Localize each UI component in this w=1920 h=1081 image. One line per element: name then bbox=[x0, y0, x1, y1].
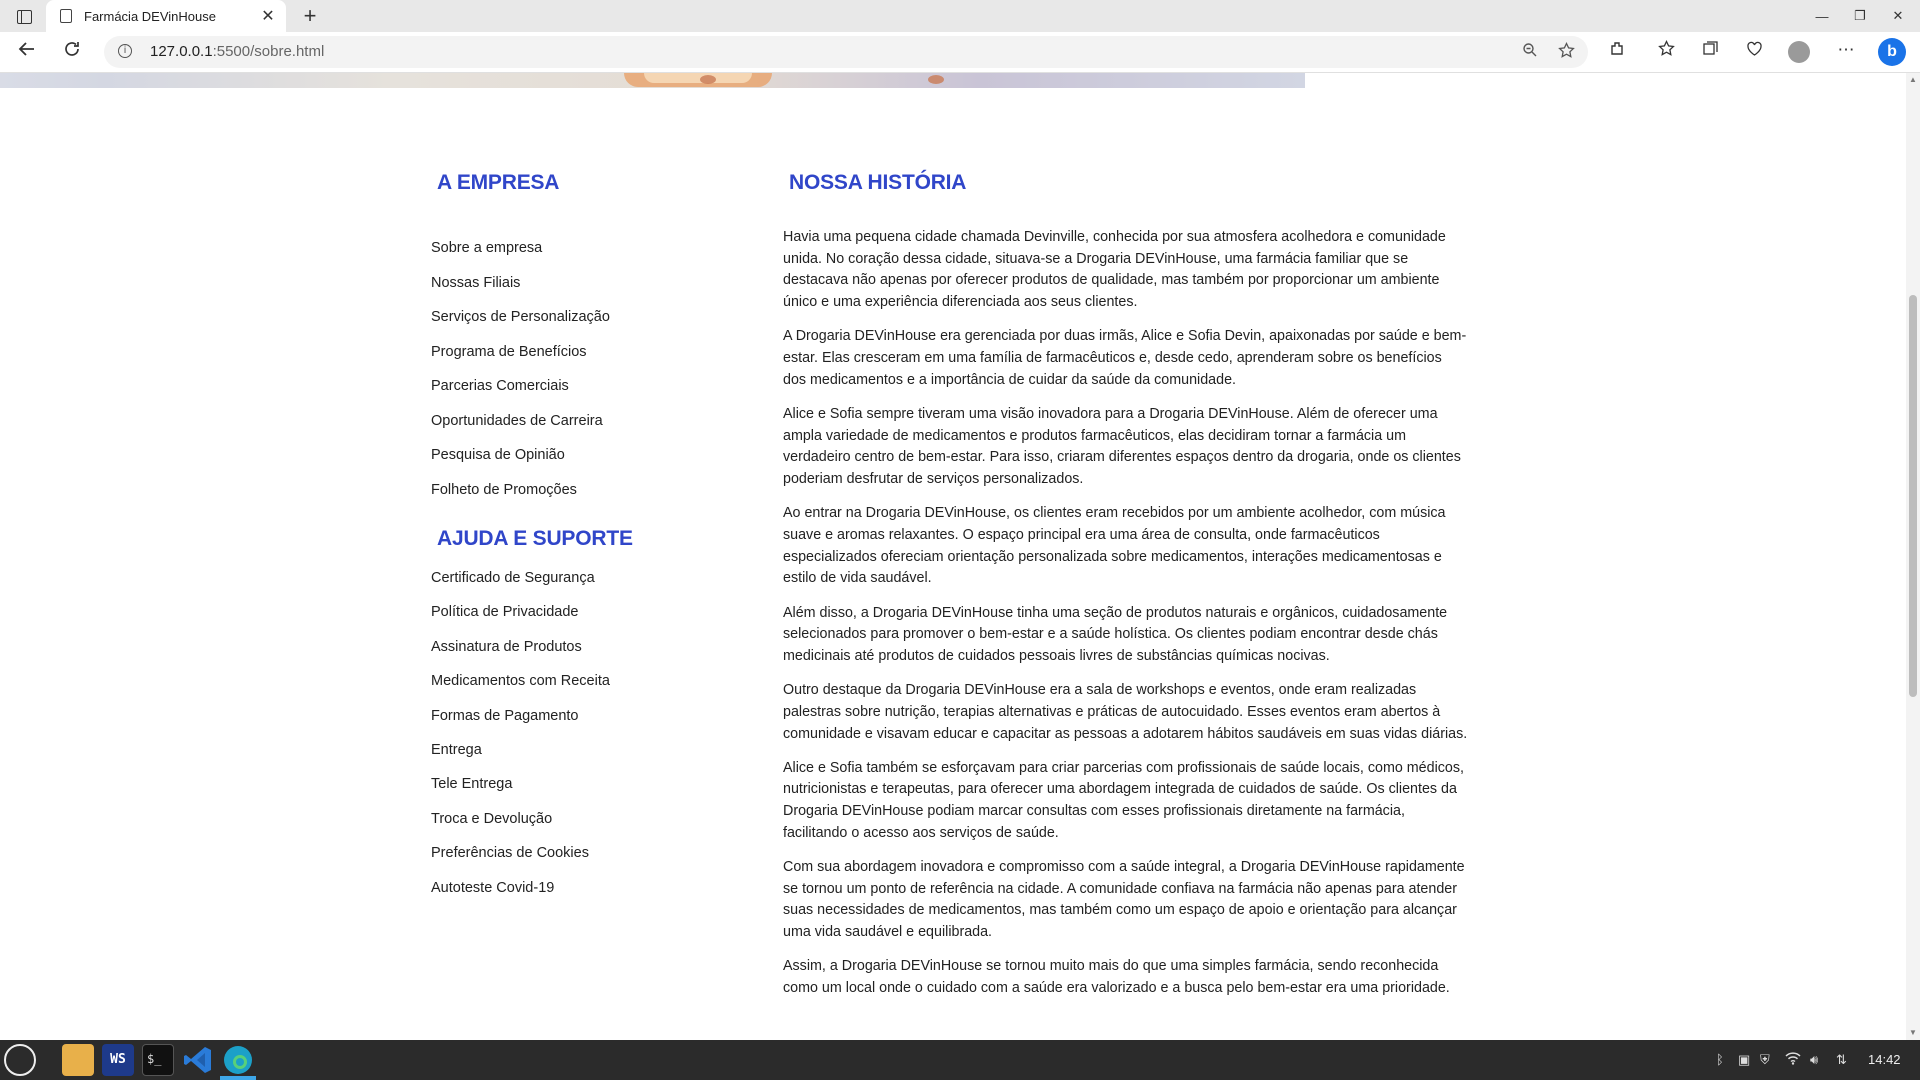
reload-button[interactable] bbox=[58, 38, 86, 66]
clipboard-icon[interactable]: ▣ bbox=[1738, 1052, 1750, 1068]
suporte-heading: AJUDA E SUPORTE bbox=[437, 527, 633, 550]
add-favorite-icon[interactable] bbox=[1558, 41, 1575, 64]
suporte-link[interactable]: Tele Entrega bbox=[431, 776, 512, 792]
historia-paragraph: Ao entrar na Drogaria DEVinHouse, os cli… bbox=[783, 505, 1446, 587]
tab-title: Farmácia DEVinHouse bbox=[84, 8, 216, 24]
empresa-heading: A EMPRESA bbox=[437, 171, 560, 194]
empresa-link[interactable]: Nossas Filiais bbox=[431, 275, 520, 291]
browser-toolbar: i 127.0.0.1:5500/sobre.html ⋯ b bbox=[0, 32, 1920, 73]
historia-paragraph: Assim, a Drogaria DEVinHouse se tornou m… bbox=[783, 958, 1450, 997]
url-path: :5500/sobre.html bbox=[212, 43, 325, 60]
active-app-indicator bbox=[220, 1076, 256, 1080]
wifi-icon[interactable] bbox=[1785, 1052, 1801, 1068]
empresa-link[interactable]: Folheto de Promoções bbox=[431, 482, 577, 498]
zoom-icon[interactable] bbox=[1522, 42, 1538, 63]
empresa-link[interactable]: Oportunidades de Carreira bbox=[431, 413, 603, 429]
scrollbar-thumb[interactable] bbox=[1909, 295, 1917, 697]
leaf-decoration bbox=[700, 75, 716, 84]
favorites-icon[interactable] bbox=[1654, 39, 1678, 62]
bing-copilot-icon[interactable]: b bbox=[1878, 38, 1906, 66]
browser-essentials-icon[interactable] bbox=[1742, 40, 1766, 62]
page-scrollbar[interactable]: ▲ ▼ bbox=[1906, 73, 1920, 1040]
site-info-icon[interactable]: i bbox=[118, 44, 132, 58]
back-button[interactable] bbox=[13, 38, 41, 66]
empresa-link[interactable]: Parcerias Comerciais bbox=[431, 378, 569, 394]
suporte-link[interactable]: Troca e Devolução bbox=[431, 811, 552, 827]
sidebar-panel-icon bbox=[16, 10, 32, 24]
historia-paragraph: Outro destaque da Drogaria DEVinHouse er… bbox=[783, 682, 1468, 742]
historia-paragraph: Além disso, a Drogaria DEVinHouse tinha … bbox=[783, 604, 1448, 664]
close-tab-icon[interactable]: ✕ bbox=[256, 6, 280, 26]
new-tab-button[interactable]: + bbox=[296, 2, 324, 30]
empresa-link[interactable]: Pesquisa de Opinião bbox=[431, 447, 565, 463]
scroll-up-icon[interactable]: ▲ bbox=[1909, 75, 1917, 84]
os-taskbar: WS $_ ᛒ ▣ ⛨ 🔊︎ ⇅ 14:42 bbox=[0, 1040, 1920, 1080]
address-bar[interactable]: i 127.0.0.1:5500/sobre.html bbox=[104, 36, 1588, 68]
hero-banner-image bbox=[0, 73, 1305, 88]
collections-icon[interactable] bbox=[1698, 40, 1722, 62]
vscode-icon[interactable] bbox=[182, 1044, 214, 1076]
historia-paragraph: Alice e Sofia sempre tiveram uma visão i… bbox=[783, 405, 1461, 488]
page-favicon-icon bbox=[60, 9, 72, 23]
back-arrow-icon bbox=[18, 42, 34, 56]
network-status-icon[interactable]: ⇅ bbox=[1836, 1052, 1847, 1068]
suporte-link[interactable]: Medicamentos com Receita bbox=[431, 673, 610, 689]
volume-icon[interactable]: 🔊︎ bbox=[1810, 1052, 1818, 1068]
historia-paragraph: A Drogaria DEVinHouse era gerenciada por… bbox=[783, 328, 1467, 388]
historia-paragraph: Com sua abordagem inovadora e compromiss… bbox=[783, 859, 1465, 941]
empresa-link[interactable]: Sobre a empresa bbox=[431, 240, 542, 256]
suporte-link[interactable]: Certificado de Segurança bbox=[431, 570, 595, 586]
file-manager-icon[interactable] bbox=[62, 1044, 94, 1076]
url-text[interactable]: 127.0.0.1:5500/sobre.html bbox=[150, 43, 324, 60]
suporte-link[interactable]: Formas de Pagamento bbox=[431, 708, 579, 724]
more-options-icon[interactable]: ⋯ bbox=[1834, 40, 1858, 60]
historia-text: Havia uma pequena cidade chamada Devinvi… bbox=[783, 227, 1468, 1012]
suporte-link[interactable]: Política de Privacidade bbox=[431, 604, 579, 620]
empresa-link[interactable]: Serviços de Personalização bbox=[431, 309, 610, 325]
url-host: 127.0.0.1 bbox=[150, 43, 213, 60]
terminal-icon[interactable]: $_ bbox=[142, 1044, 174, 1076]
empresa-link[interactable]: Programa de Benefícios bbox=[431, 344, 587, 360]
suporte-link[interactable]: Autoteste Covid-19 bbox=[431, 880, 554, 896]
shield-icon[interactable]: ⛨ bbox=[1760, 1052, 1770, 1068]
hero-decoration bbox=[644, 73, 752, 83]
bluetooth-icon[interactable]: ᛒ bbox=[1716, 1052, 1724, 1067]
suporte-link[interactable]: Preferências de Cookies bbox=[431, 845, 589, 861]
start-menu-icon[interactable] bbox=[4, 1044, 36, 1076]
window-controls: — ❐ ✕ bbox=[1814, 0, 1906, 32]
historia-paragraph: Havia uma pequena cidade chamada Devinvi… bbox=[783, 229, 1446, 311]
minimize-icon[interactable]: — bbox=[1814, 9, 1830, 24]
suporte-link[interactable]: Entrega bbox=[431, 742, 482, 758]
browser-tab-active[interactable]: Farmácia DEVinHouse ✕ bbox=[46, 0, 286, 32]
extensions-icon[interactable] bbox=[1605, 40, 1629, 62]
historia-paragraph: Alice e Sofia também se esforçavam para … bbox=[783, 759, 1464, 841]
webstorm-icon[interactable]: WS bbox=[102, 1044, 134, 1076]
page-viewport: A EMPRESA Sobre a empresa Nossas Filiais S… bbox=[0, 73, 1906, 1040]
clock[interactable]: 14:42 bbox=[1868, 1052, 1901, 1067]
reload-icon bbox=[65, 42, 79, 56]
historia-heading: NOSSA HISTÓRIA bbox=[789, 171, 967, 194]
close-window-icon[interactable]: ✕ bbox=[1890, 8, 1906, 24]
edge-browser-icon[interactable] bbox=[222, 1044, 254, 1076]
browser-tab-bar: Farmácia DEVinHouse ✕ + — ❐ ✕ bbox=[0, 0, 1920, 32]
scroll-down-icon[interactable]: ▼ bbox=[1909, 1028, 1917, 1037]
profile-avatar[interactable] bbox=[1788, 41, 1810, 63]
leaf-decoration bbox=[928, 75, 944, 84]
tab-actions-button[interactable] bbox=[12, 6, 36, 28]
restore-icon[interactable]: ❐ bbox=[1852, 8, 1868, 24]
suporte-link[interactable]: Assinatura de Produtos bbox=[431, 639, 582, 655]
